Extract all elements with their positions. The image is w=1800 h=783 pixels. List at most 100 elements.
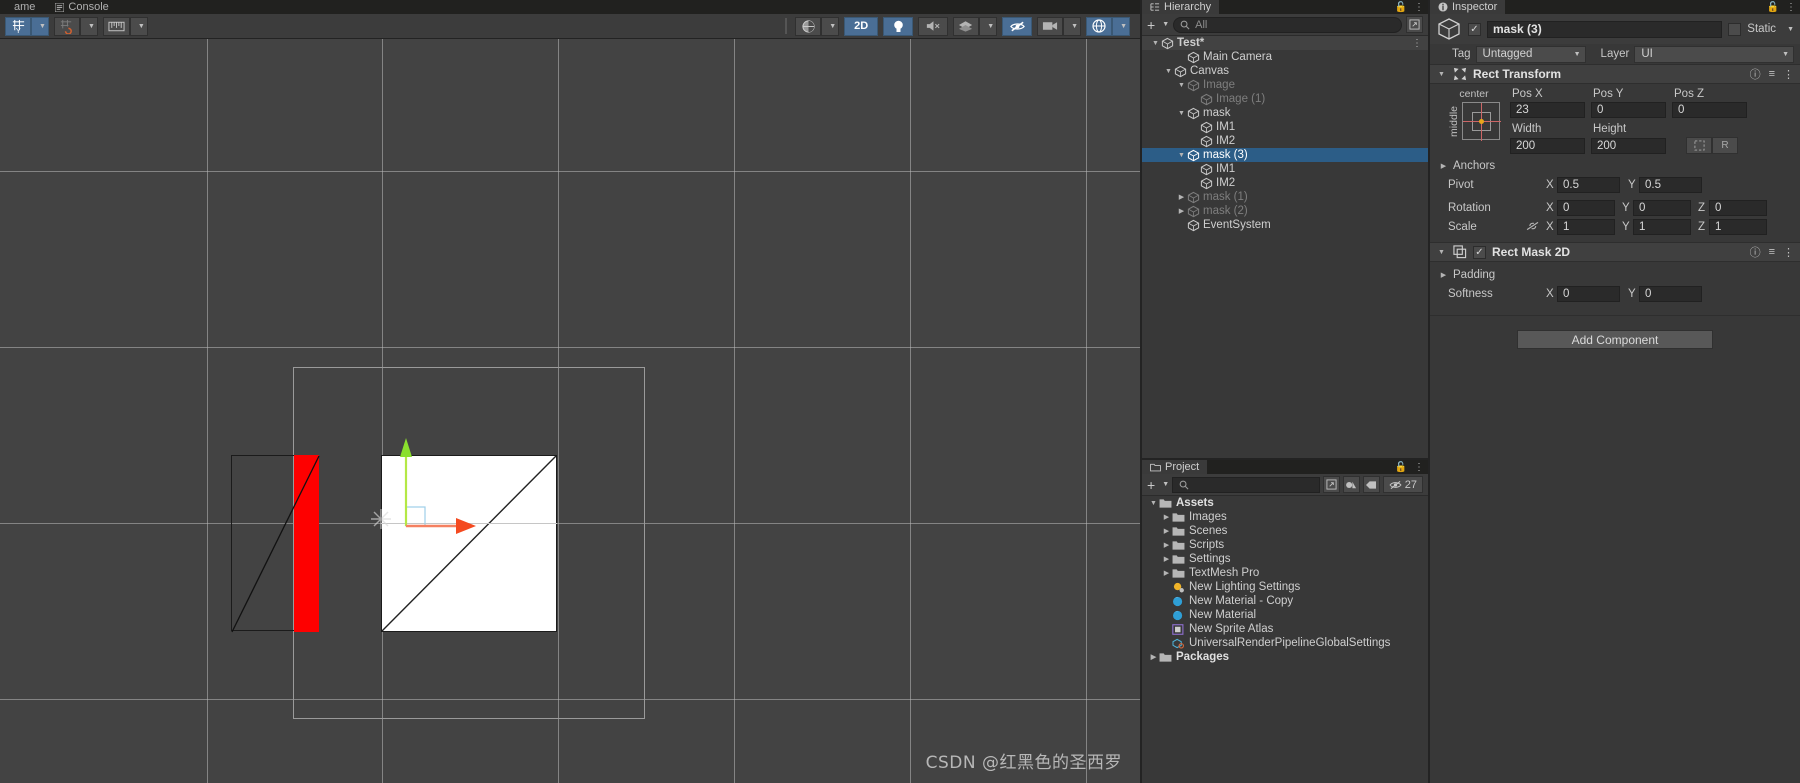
chevron-down-icon[interactable]: ▼ — [1176, 110, 1187, 117]
draw-mode-dropdown[interactable]: ▼ — [821, 16, 840, 36]
lock-icon[interactable]: 🔓 — [1395, 462, 1407, 473]
chevron-right-icon[interactable]: ▶ — [1161, 569, 1172, 577]
scale-x-input[interactable]: 1 — [1557, 218, 1615, 235]
chevron-down-icon[interactable]: ▼ — [1150, 40, 1161, 47]
width-input[interactable]: 200 — [1510, 137, 1585, 154]
rotation-z-input[interactable]: 0 — [1709, 199, 1767, 216]
hierarchy-item-im2[interactable]: IM2 — [1142, 134, 1428, 148]
component-menu-icon[interactable]: ⋮ — [1783, 246, 1794, 259]
chevron-down-icon[interactable]: ▼ — [1148, 500, 1159, 507]
anchor-preset-widget[interactable] — [1462, 102, 1501, 141]
project-item-textmesh-pro[interactable]: ▶ TextMesh Pro — [1142, 566, 1428, 580]
raw-mode-button[interactable]: R — [1712, 137, 1738, 154]
rect-mask-2d-header[interactable]: ▼ ✓ Rect Mask 2D ⓘ ≡ ⋮ — [1430, 242, 1800, 262]
tab-project[interactable]: Project — [1142, 460, 1208, 474]
padding-foldout[interactable]: ▶ Padding — [1430, 266, 1800, 284]
project-tree[interactable]: ▼ Assets ▶ Images ▶ Scenes ▶ Scripts ▶ Settings ▶ T… — [1142, 496, 1428, 783]
mode-2d-button[interactable]: 2D — [844, 16, 879, 36]
effects-button[interactable] — [953, 16, 980, 36]
hierarchy-tree[interactable]: ▼ Test* ⋮ Main Camera ▼ Canvas ▼ Image Image (1)… — [1142, 36, 1428, 458]
scale-y-input[interactable]: 1 — [1633, 218, 1691, 235]
project-item-scenes[interactable]: ▶ Scenes — [1142, 524, 1428, 538]
foldout-arrow-icon[interactable]: ▼ — [1436, 71, 1447, 78]
layer-dropdown[interactable]: UI ▼ — [1634, 45, 1794, 63]
effects-dropdown[interactable]: ▼ — [979, 16, 998, 36]
project-item-packages[interactable]: ▶ Packages — [1142, 650, 1428, 664]
hierarchy-item-mask[interactable]: ▼ mask — [1142, 106, 1428, 120]
ruler-dropdown[interactable]: ▼ — [129, 16, 148, 36]
rect-transform-header[interactable]: ▼ Rect Transform ⓘ ≡ ⋮ — [1430, 64, 1800, 84]
project-item-images[interactable]: ▶ Images — [1142, 510, 1428, 524]
chevron-down-icon[interactable]: ▼ — [1163, 68, 1174, 75]
chevron-right-icon[interactable]: ▶ — [1161, 555, 1172, 563]
add-component-button[interactable]: Add Component — [1517, 330, 1713, 349]
filter-by-type-button[interactable] — [1342, 476, 1360, 493]
hierarchy-item-image[interactable]: ▼ Image — [1142, 78, 1428, 92]
rotation-x-input[interactable]: 0 — [1557, 199, 1615, 216]
tab-inspector[interactable]: Inspector — [1430, 0, 1506, 14]
filter-by-label-button[interactable] — [1362, 476, 1380, 493]
hierarchy-item-im1[interactable]: IM1 — [1142, 120, 1428, 134]
hierarchy-item-mask-1[interactable]: ▶ mask (1) — [1142, 190, 1428, 204]
tab-console[interactable]: Console — [45, 0, 118, 14]
ruler-button[interactable] — [102, 16, 130, 36]
hierarchy-item-test[interactable]: ▼ Test* ⋮ — [1142, 36, 1428, 50]
gizmos-button[interactable] — [1086, 16, 1113, 36]
hidden-packages-count[interactable]: 27 — [1382, 476, 1423, 493]
rect-mask-2d-enabled-checkbox[interactable]: ✓ — [1473, 245, 1486, 259]
hierarchy-item-main-camera[interactable]: Main Camera — [1142, 50, 1428, 64]
chevron-right-icon[interactable]: ▶ — [1161, 541, 1172, 549]
help-icon[interactable]: ⓘ — [1750, 244, 1761, 260]
static-dropdown-icon[interactable]: ▼ — [1787, 26, 1794, 33]
tag-dropdown[interactable]: Untagged ▼ — [1475, 45, 1586, 63]
help-icon[interactable]: ⓘ — [1750, 66, 1761, 82]
scale-z-input[interactable]: 1 — [1709, 218, 1767, 235]
add-gameobject-button[interactable]: + ▼ — [1147, 17, 1169, 33]
hierarchy-row-menu-icon[interactable]: ⋮ — [1412, 38, 1422, 49]
scene-viewport[interactable]: CSDN @红黑色的圣西罗 — [0, 39, 1140, 783]
object-name-input[interactable]: mask (3) — [1487, 20, 1723, 38]
lock-icon[interactable]: 🔓 — [1767, 2, 1779, 13]
softness-y-input[interactable]: 0 — [1639, 285, 1702, 302]
foldout-arrow-icon[interactable]: ▼ — [1436, 249, 1447, 256]
hierarchy-open-window-button[interactable] — [1406, 16, 1423, 33]
chevron-down-icon[interactable]: ▼ — [1176, 152, 1187, 159]
move-gizmo[interactable] — [350, 429, 530, 569]
lighting-button[interactable] — [883, 16, 914, 36]
project-item-scripts[interactable]: ▶ Scripts — [1142, 538, 1428, 552]
hierarchy-item-mask-3[interactable]: ▼ mask (3) — [1142, 148, 1428, 162]
chevron-right-icon[interactable]: ▶ — [1176, 207, 1187, 215]
preset-icon[interactable]: ≡ — [1769, 68, 1775, 80]
hierarchy-item-mask-2[interactable]: ▶ mask (2) — [1142, 204, 1428, 218]
tab-hierarchy[interactable]: Hierarchy — [1142, 0, 1220, 14]
height-input[interactable]: 200 — [1591, 137, 1666, 154]
pivot-x-input[interactable]: 0.5 — [1557, 176, 1620, 193]
project-open-window-button[interactable] — [1322, 476, 1340, 493]
gizmos-dropdown[interactable]: ▼ — [1112, 16, 1130, 36]
create-asset-button[interactable]: + ▼ — [1147, 477, 1169, 493]
anchors-foldout[interactable]: ▶ Anchors — [1430, 157, 1800, 175]
grid-snapping-button[interactable]: Y — [5, 16, 31, 36]
chevron-right-icon[interactable]: ▶ — [1176, 193, 1187, 201]
softness-x-input[interactable]: 0 — [1557, 285, 1620, 302]
hierarchy-item-eventsystem[interactable]: EventSystem — [1142, 218, 1428, 232]
preset-icon[interactable]: ≡ — [1769, 246, 1775, 258]
lock-icon[interactable]: 🔓 — [1395, 2, 1407, 13]
chevron-right-icon[interactable]: ▶ — [1161, 513, 1172, 521]
hierarchy-item-canvas[interactable]: ▼ Canvas — [1142, 64, 1428, 78]
hierarchy-item-im1[interactable]: IM1 — [1142, 162, 1428, 176]
audio-button[interactable] — [918, 16, 949, 36]
blueprint-mode-button[interactable] — [1686, 137, 1712, 154]
snap-increment-button[interactable] — [53, 16, 80, 36]
anchor-preset-block[interactable]: center middle — [1438, 88, 1510, 154]
pos-z-input[interactable]: 0 — [1672, 102, 1747, 118]
project-search-input[interactable] — [1172, 476, 1320, 493]
chevron-down-icon[interactable]: ▼ — [1176, 82, 1187, 89]
project-item-settings[interactable]: ▶ Settings — [1142, 552, 1428, 566]
object-active-checkbox[interactable]: ✓ — [1468, 22, 1481, 36]
pos-x-input[interactable]: 23 — [1510, 102, 1585, 118]
project-item-assets[interactable]: ▼ Assets — [1142, 496, 1428, 510]
grid-snapping-dropdown[interactable]: ▼ — [31, 16, 49, 36]
tab-game[interactable]: ame — [0, 0, 45, 14]
scene-camera-button[interactable] — [1037, 16, 1064, 36]
